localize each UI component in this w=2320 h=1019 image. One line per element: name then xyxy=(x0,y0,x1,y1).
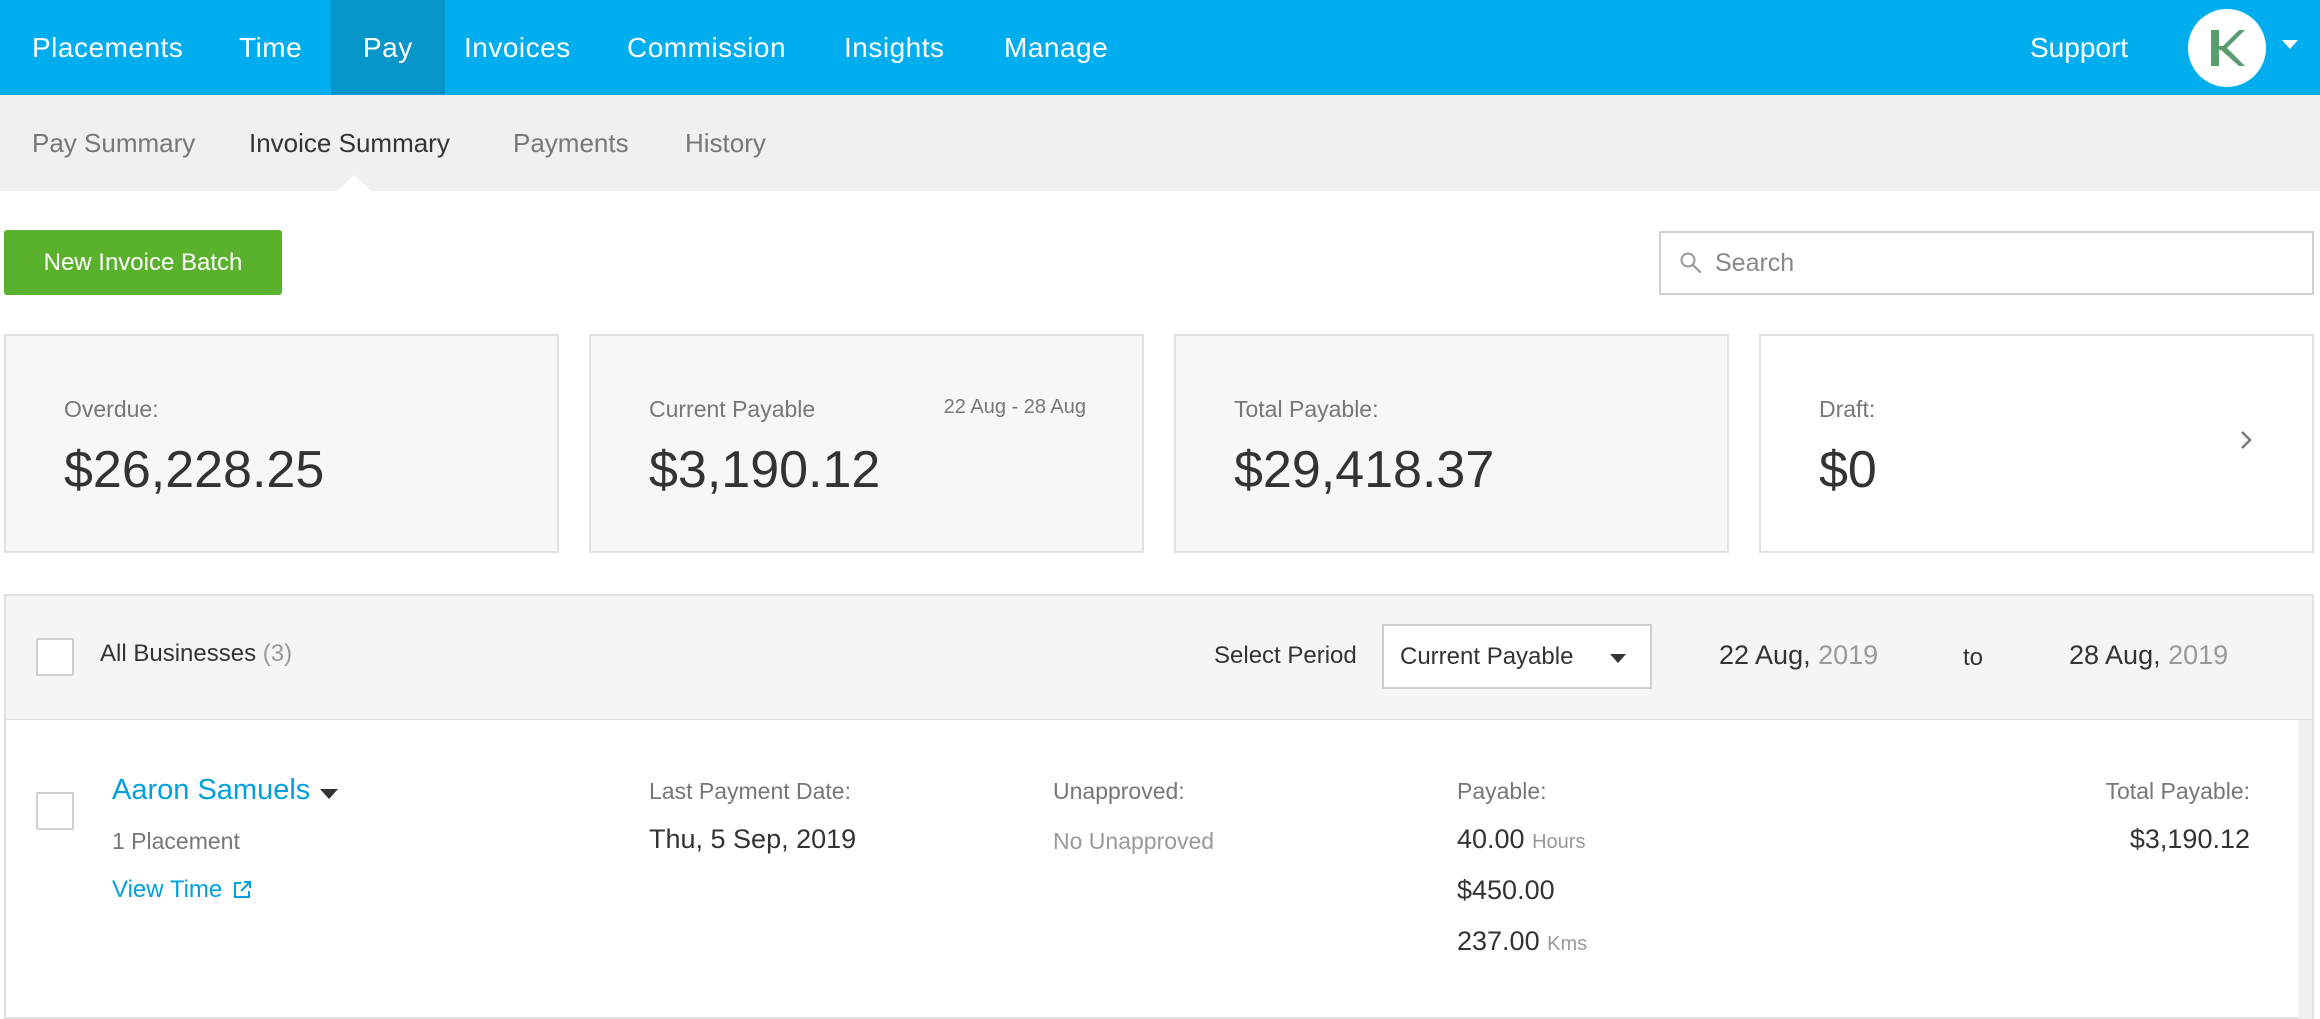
account-avatar[interactable] xyxy=(2188,9,2266,87)
card-label: Overdue: xyxy=(64,396,159,422)
account-menu-caret-icon[interactable] xyxy=(2282,40,2298,49)
tab-history[interactable]: History xyxy=(653,95,798,191)
sub-navigation: Pay Summary Invoice Summary Payments His… xyxy=(0,95,2320,192)
nav-pay[interactable]: Pay xyxy=(331,0,445,95)
to-date-day: 28 Aug, xyxy=(2069,640,2161,670)
from-date[interactable]: 22 Aug, 2019 xyxy=(1719,640,1878,671)
payable-hours: 40.00 Hours xyxy=(1457,824,1585,855)
nav-invoices[interactable]: Invoices xyxy=(432,0,603,95)
nav-placements[interactable]: Placements xyxy=(0,0,215,95)
nav-insights[interactable]: Insights xyxy=(812,0,977,95)
all-businesses-count: (3) xyxy=(262,640,293,667)
card-value: $0 xyxy=(1819,441,1877,499)
payable-kms-value: 237.00 xyxy=(1457,926,1540,956)
total-payable-value: $3,190.12 xyxy=(2129,824,2250,854)
from-date-day: 22 Aug, xyxy=(1719,640,1811,670)
nav-manage[interactable]: Manage xyxy=(972,0,1140,95)
search-box xyxy=(1659,231,2314,295)
card-value: $3,190.12 xyxy=(649,441,881,499)
card-label: Total Payable: xyxy=(1234,396,1379,422)
view-time-link[interactable]: View Time xyxy=(112,876,252,904)
active-tab-pointer xyxy=(336,175,372,192)
scrollbar[interactable] xyxy=(2298,720,2312,1019)
chevron-down-icon[interactable] xyxy=(320,789,338,799)
current-payable-card: Current Payable 22 Aug - 28 Aug $3,190.1… xyxy=(589,334,1144,553)
to-date[interactable]: 28 Aug, 2019 xyxy=(2069,640,2228,671)
payable-hours-value: 40.00 xyxy=(1457,824,1525,854)
card-value: $26,228.25 xyxy=(64,441,325,499)
total-payable-card: Total Payable: $29,418.37 xyxy=(1174,334,1729,553)
nav-time[interactable]: Time xyxy=(207,0,334,95)
new-invoice-batch-button[interactable]: New Invoice Batch xyxy=(4,230,282,295)
unapproved-value: No Unapproved xyxy=(1053,828,1215,854)
placement-count: 1 Placement xyxy=(112,828,240,854)
card-label: Current Payable xyxy=(649,396,816,422)
all-businesses-text: All Businesses xyxy=(100,640,257,667)
filter-bar: All Businesses (3) Select Period Current… xyxy=(4,594,2314,721)
payable-hours-unit: Hours xyxy=(1532,831,1586,853)
payable-amount: $450.00 xyxy=(1457,875,1555,905)
total-payable-label: Total Payable: xyxy=(2105,778,2250,804)
external-link-icon xyxy=(234,881,252,898)
payable-label: Payable: xyxy=(1457,778,1547,804)
top-navigation: Placements Time Pay Invoices Commission … xyxy=(0,0,2320,95)
select-period-label: Select Period xyxy=(1214,642,1357,669)
last-payment-label: Last Payment Date: xyxy=(649,778,851,804)
tab-pay-summary[interactable]: Pay Summary xyxy=(0,95,227,191)
chevron-down-icon xyxy=(1610,654,1626,663)
draft-card[interactable]: Draft: $0 xyxy=(1759,334,2314,553)
period-select-value: Current Payable xyxy=(1400,643,1574,670)
from-date-year: 2019 xyxy=(1818,640,1879,670)
card-label: Draft: xyxy=(1819,396,1876,422)
search-input[interactable] xyxy=(1715,233,2305,293)
search-icon xyxy=(1680,252,1702,274)
card-value: $29,418.37 xyxy=(1234,441,1495,499)
payable-kms: 237.00 Kms xyxy=(1457,926,1587,957)
tab-payments[interactable]: Payments xyxy=(481,95,661,191)
chevron-right-icon[interactable] xyxy=(2238,428,2254,452)
business-name-link[interactable]: Aaron Samuels xyxy=(112,774,310,807)
card-date-range: 22 Aug - 28 Aug xyxy=(943,396,1086,418)
payable-kms-unit: Kms xyxy=(1547,933,1588,955)
row-checkbox[interactable] xyxy=(36,792,74,830)
to-label: to xyxy=(1963,644,1984,671)
nav-commission[interactable]: Commission xyxy=(595,0,818,95)
select-all-checkbox[interactable] xyxy=(36,638,74,676)
unapproved-label: Unapproved: xyxy=(1053,778,1185,804)
view-time-label: View Time xyxy=(112,876,223,903)
nav-support[interactable]: Support xyxy=(2000,0,2158,95)
table-row: Aaron Samuels 1 Placement View Time Last… xyxy=(4,720,2314,1019)
overdue-card: Overdue: $26,228.25 xyxy=(4,334,559,553)
last-payment-value: Thu, 5 Sep, 2019 xyxy=(649,824,857,854)
all-businesses-label: All Businesses (3) xyxy=(100,640,292,668)
period-select[interactable]: Current Payable xyxy=(1382,624,1652,689)
to-date-year: 2019 xyxy=(2168,640,2229,670)
company-logo-icon xyxy=(2211,30,2245,66)
